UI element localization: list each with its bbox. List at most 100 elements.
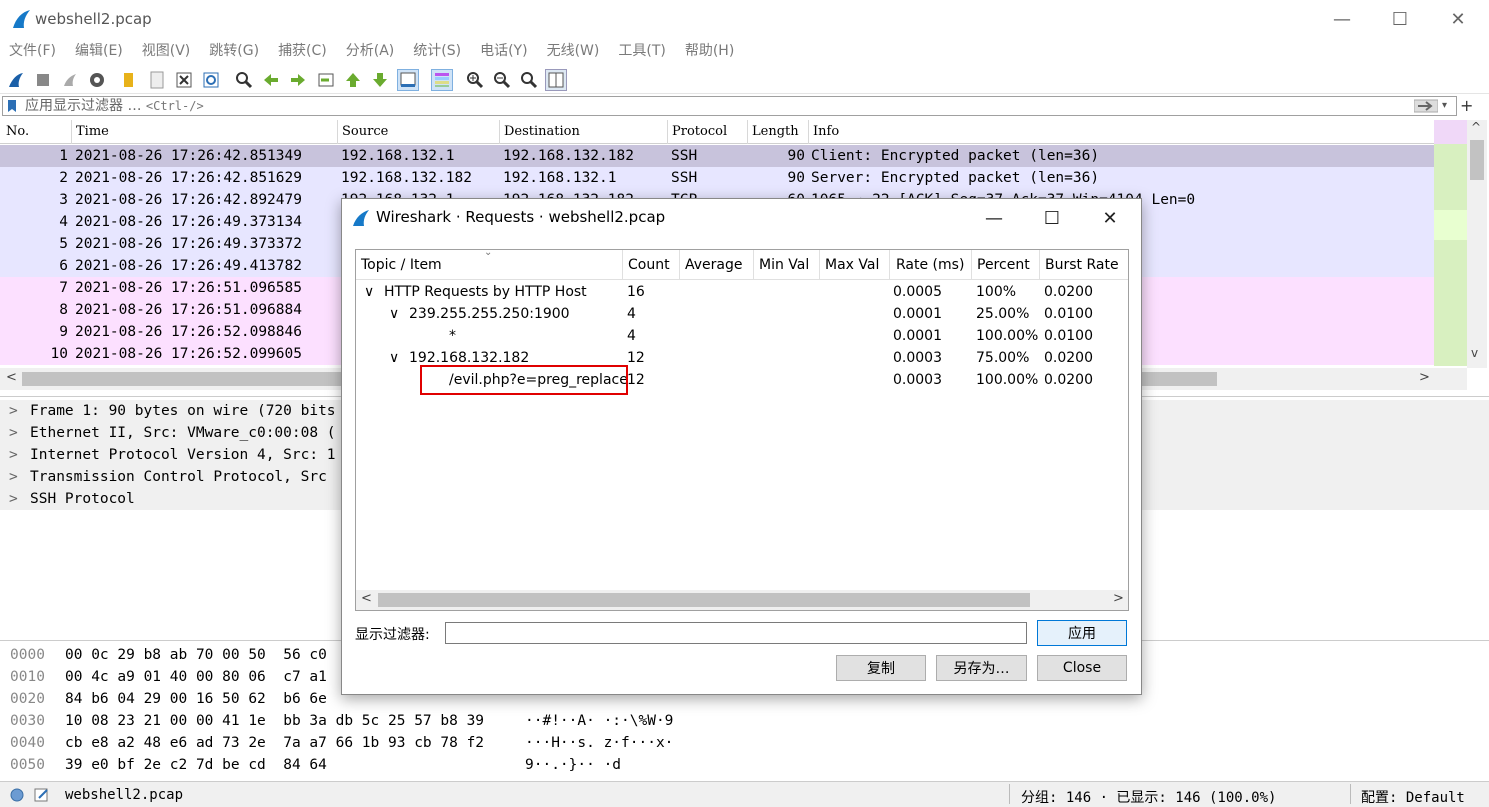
expand-arrow-icon[interactable]: > <box>9 466 18 488</box>
col-length[interactable]: Length <box>752 124 799 139</box>
normal-size-button[interactable] <box>518 69 540 91</box>
packet-minimap[interactable] <box>1434 120 1467 366</box>
expand-arrow-icon[interactable]: > <box>9 488 18 510</box>
col-rate[interactable]: Rate (ms) <box>896 257 964 273</box>
stats-tree: Topic / Item ⌄ Count Average Min Val Max… <box>355 249 1129 611</box>
cell-no: 4 <box>59 214 68 230</box>
scroll-left-icon[interactable]: < <box>361 591 372 606</box>
menu-file[interactable]: 文件(F) <box>9 38 56 64</box>
packet-row[interactable]: 2 2021-08-26 17:26:42.851629 192.168.132.1… <box>0 167 1434 189</box>
expand-chevron-icon[interactable]: ∨ <box>389 303 399 325</box>
expand-chevron-icon[interactable]: ∨ <box>364 281 374 303</box>
display-filter-bar[interactable]: 应用显示过滤器 … <Ctrl-/> ▾ <box>2 96 1457 116</box>
capture-options-button[interactable] <box>86 69 108 91</box>
col-info[interactable]: Info <box>813 124 839 139</box>
scroll-right-icon[interactable]: > <box>1419 370 1430 385</box>
col-topic-item[interactable]: Topic / Item <box>361 257 442 273</box>
stop-capture-button[interactable] <box>32 69 54 91</box>
last-packet-button[interactable] <box>369 69 391 91</box>
menu-capture[interactable]: 捕获(C) <box>278 38 327 64</box>
stats-row[interactable]: ∨ 239.255.255.250:1900 4 0.0001 25.00% 0.0100 <box>356 303 1128 325</box>
cell-time: 2021-08-26 17:26:42.851629 <box>75 170 302 186</box>
menu-go[interactable]: 跳转(G) <box>209 38 259 64</box>
expand-arrow-icon[interactable]: > <box>9 400 18 422</box>
autoscroll-button[interactable] <box>397 69 419 91</box>
stats-burst: 0.0200 <box>1044 372 1093 388</box>
menu-edit[interactable]: 编辑(E) <box>75 38 123 64</box>
copy-button[interactable]: 复制 <box>836 655 926 681</box>
col-max-val[interactable]: Max Val <box>825 257 879 273</box>
display-filter-input[interactable]: 应用显示过滤器 … <Ctrl-/> <box>25 97 204 115</box>
apply-button[interactable]: 应用 <box>1037 620 1127 646</box>
cell-time: 2021-08-26 17:26:52.098846 <box>75 324 302 340</box>
packet-row[interactable]: 1 2021-08-26 17:26:42.851349 192.168.132.1… <box>0 145 1434 167</box>
sort-chevron-icon: ⌄ <box>484 249 493 258</box>
col-burst-rate[interactable]: Burst Rate <box>1045 257 1119 273</box>
find-packet-button[interactable] <box>233 69 255 91</box>
go-to-packet-button[interactable] <box>315 69 337 91</box>
menu-statistics[interactable]: 统计(S) <box>413 38 461 64</box>
colorize-button[interactable] <box>431 69 453 91</box>
expand-arrow-icon[interactable]: > <box>9 444 18 466</box>
folder-icon <box>124 73 133 87</box>
edit-comment-icon[interactable] <box>34 787 50 803</box>
zoom-in-button[interactable] <box>464 69 486 91</box>
scroll-down-icon[interactable]: v <box>1471 346 1478 360</box>
save-as-button[interactable]: 另存为… <box>936 655 1027 681</box>
scroll-up-icon[interactable]: ^ <box>1471 120 1481 134</box>
close-button[interactable]: Close <box>1037 655 1127 681</box>
stats-row[interactable]: ∨ HTTP Requests by HTTP Host 16 0.0005 100% 0… <box>356 281 1128 303</box>
close-file-button[interactable] <box>173 69 195 91</box>
col-percent[interactable]: Percent <box>977 257 1030 273</box>
packet-list-vscroll[interactable]: ^ v <box>1467 120 1487 368</box>
go-back-button[interactable] <box>260 69 282 91</box>
dialog-close-button[interactable]: ✕ <box>1081 199 1139 237</box>
maximize-button[interactable]: ☐ <box>1371 0 1429 38</box>
wireshark-fin-icon <box>13 10 30 28</box>
menu-analyze[interactable]: 分析(A) <box>346 38 395 64</box>
filter-placeholder: 应用显示过滤器 … <box>25 98 142 114</box>
apply-filter-arrow-icon[interactable] <box>1414 99 1438 113</box>
col-protocol[interactable]: Protocol <box>672 124 727 139</box>
go-forward-button[interactable] <box>287 69 309 91</box>
menu-view[interactable]: 视图(V) <box>142 38 191 64</box>
restart-capture-button[interactable] <box>59 69 81 91</box>
reload-button[interactable] <box>200 69 222 91</box>
close-window-button[interactable]: ✕ <box>1429 0 1487 38</box>
save-file-button[interactable] <box>146 69 168 91</box>
menu-tools[interactable]: 工具(T) <box>618 38 665 64</box>
zoom-out-button[interactable] <box>491 69 513 91</box>
col-source[interactable]: Source <box>342 124 388 139</box>
start-capture-button[interactable] <box>5 69 27 91</box>
bookmark-icon[interactable] <box>7 99 17 113</box>
expand-arrow-icon[interactable]: > <box>9 422 18 444</box>
first-packet-button[interactable] <box>342 69 364 91</box>
col-destination[interactable]: Destination <box>504 124 580 139</box>
col-min-val[interactable]: Min Val <box>759 257 809 273</box>
capture-status-icon[interactable] <box>10 788 24 802</box>
hscroll-thumb[interactable] <box>378 593 1030 607</box>
menu-wireless[interactable]: 无线(W) <box>547 38 600 64</box>
col-count[interactable]: Count <box>628 257 670 273</box>
scroll-left-icon[interactable]: < <box>6 370 17 385</box>
menu-help[interactable]: 帮助(H) <box>685 38 734 64</box>
cell-time: 2021-08-26 17:26:51.096585 <box>75 280 302 296</box>
col-no[interactable]: No. <box>6 124 29 139</box>
menu-telephony[interactable]: 电话(Y) <box>480 38 527 64</box>
add-filter-button[interactable]: + <box>1460 96 1473 115</box>
dialog-minimize-button[interactable]: — <box>965 199 1023 237</box>
dialog-filter-input[interactable] <box>445 622 1027 644</box>
col-time[interactable]: Time <box>76 124 109 139</box>
stats-tree-hscroll[interactable]: < > <box>356 590 1128 610</box>
vscroll-thumb[interactable] <box>1470 140 1484 180</box>
stats-row[interactable]: * 4 0.0001 100.00% 0.0100 <box>356 325 1128 347</box>
scroll-right-icon[interactable]: > <box>1113 591 1124 606</box>
col-average[interactable]: Average <box>685 257 743 273</box>
dialog-maximize-button[interactable]: ☐ <box>1023 199 1081 237</box>
filter-dropdown-icon[interactable]: ▾ <box>1442 97 1447 115</box>
expand-chevron-icon[interactable]: ∨ <box>389 347 399 369</box>
minimize-button[interactable]: — <box>1313 0 1371 38</box>
resize-columns-button[interactable] <box>545 69 567 91</box>
status-profile[interactable]: 配置: Default <box>1361 787 1465 807</box>
open-file-button[interactable] <box>118 69 140 91</box>
